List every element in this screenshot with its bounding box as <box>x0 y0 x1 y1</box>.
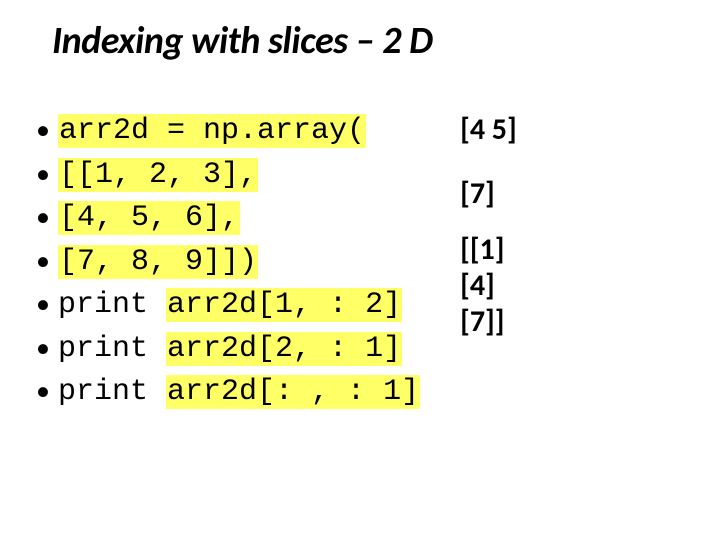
code-text: [7, 8, 9]]) <box>58 245 258 279</box>
list-item: print arr2d[2, : 1] <box>58 328 420 372</box>
list-item: print arr2d[: , : 1] <box>58 371 420 415</box>
slide-title: Indexing with slices – 2 D <box>52 18 680 64</box>
list-item: [7, 8, 9]]) <box>58 241 420 285</box>
output-line: [4 5] <box>460 112 517 148</box>
code-text: arr2d = np.array( <box>58 114 366 148</box>
output-column: [4 5] [7] [[1] [4] [7]] <box>460 110 517 415</box>
slide: Indexing with slices – 2 D arr2d = np.ar… <box>0 0 720 540</box>
output-line: [[1] <box>460 232 517 268</box>
spacer <box>460 212 517 232</box>
list-item: [[1, 2, 3], <box>58 154 420 198</box>
code-slice: arr2d[: , : 1] <box>166 375 420 409</box>
content-row: arr2d = np.array( [[1, 2, 3], [4, 5, 6],… <box>40 110 680 415</box>
code-slice: arr2d[1, : 2] <box>166 288 402 322</box>
code-text: [[1, 2, 3], <box>58 158 258 192</box>
code-print: print <box>58 288 166 322</box>
code-list: arr2d = np.array( [[1, 2, 3], [4, 5, 6],… <box>40 110 420 415</box>
output-line: [4] <box>460 268 517 304</box>
list-item: [4, 5, 6], <box>58 197 420 241</box>
list-item: arr2d = np.array( <box>58 110 420 154</box>
output-line: [7] <box>460 176 517 212</box>
code-text: [4, 5, 6], <box>58 201 240 235</box>
spacer <box>460 148 517 176</box>
code-print: print <box>58 332 166 366</box>
code-print: print <box>58 375 166 409</box>
code-slice: arr2d[2, : 1] <box>166 332 402 366</box>
code-column: arr2d = np.array( [[1, 2, 3], [4, 5, 6],… <box>40 110 420 415</box>
list-item: print arr2d[1, : 2] <box>58 284 420 328</box>
output-line: [7]] <box>460 304 517 340</box>
